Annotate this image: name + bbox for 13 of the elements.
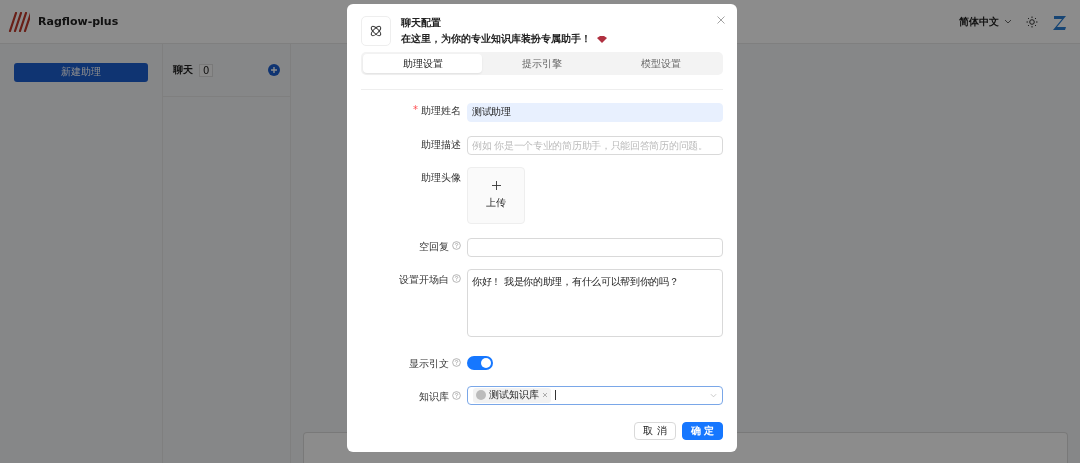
field-label: 助理描述 [421,137,461,152]
dialog-subtitle: 在这里，为你的专业知识库装扮专属助手！ [401,32,591,46]
field-label: 空回复 [419,239,449,254]
field-label: 知识库 [419,389,449,404]
chat-list-title: 聊天 [173,63,193,77]
required-mark: * [413,104,418,115]
app-name: Ragflow-plus [38,15,119,28]
dialog-title: 聊天配置 [401,16,442,30]
field-label: 显示引文 [409,356,449,371]
field-label: 助理头像 [421,170,461,185]
field-label: 助理姓名 [421,104,461,118]
field-label: 设置开场白 [399,272,449,287]
chat-count: 0 [199,63,214,77]
